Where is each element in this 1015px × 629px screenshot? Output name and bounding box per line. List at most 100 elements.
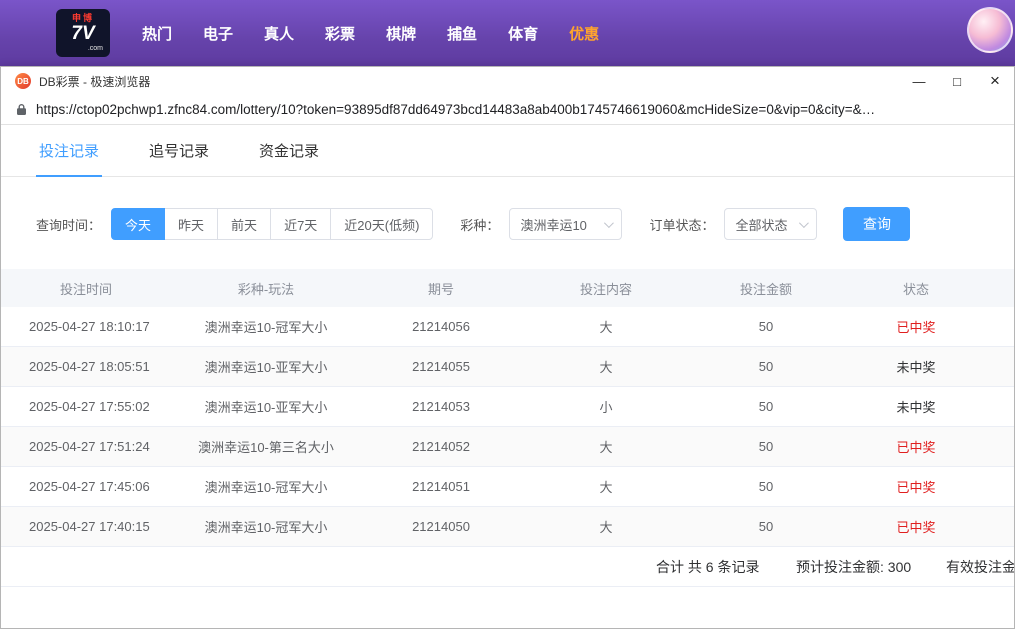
browser-window: DB DB彩票 - 极速浏览器 — □ × https://ctop02pchw… [0, 66, 1015, 629]
play-cell: 澳洲幸运10-亚军大小 [204, 400, 328, 415]
nav-item-1[interactable]: 热门 [142, 23, 172, 44]
screen: 申博 7V .com 热门 电子 真人 彩票 棋牌 捕鱼 体育 优惠 DB DB彩票 - 极速… [0, 0, 1015, 629]
table-row: 2025-04-27 18:10:17 澳洲幸运10-冠军大小 21214056 大 5… [1, 307, 1014, 347]
search-button[interactable]: 查询 [843, 207, 911, 241]
time-filter-label: 查询时间： [36, 217, 102, 233]
play-cell: 澳洲幸运10-第三名大小 [198, 440, 334, 455]
tab-3[interactable]: 资金记录 [256, 140, 322, 176]
lottery-filter-label: 彩种： [460, 217, 500, 233]
issue-cell: 21214050 [412, 519, 470, 534]
nav-item-2[interactable]: 电子 [203, 23, 233, 44]
status-cell: 已中奖 [896, 480, 936, 495]
nav-item-4[interactable]: 彩票 [325, 23, 355, 44]
nav-item-3[interactable]: 真人 [264, 23, 294, 44]
table-header-row: 投注时间 彩种-玩法 期号 投注内容 投注金额 状态 [1, 269, 1014, 307]
order-status-select-value: 全部状态 [735, 217, 788, 233]
page-content: 投注记录 追号记录 资金记录 查询时间： 今天 昨天 前天 近7天 近20天(低频) 彩种：… [1, 125, 1014, 587]
content-cell: 大 [599, 320, 613, 335]
summary-valid-amount: 有效投注金 [946, 559, 1014, 575]
bet-time-cell: 2025-04-27 17:45:06 [29, 479, 150, 494]
url-text: https://ctop02pchwp1.zfnc84.com/lottery/… [36, 102, 876, 117]
table-body: 2025-04-27 18:10:17 澳洲幸运10-冠军大小 21214056 大 5… [1, 307, 1014, 547]
time-filter-group: 今天 昨天 前天 近7天 近20天(低频) [111, 208, 434, 240]
amount-cell: 50 [758, 399, 774, 414]
time-option-2[interactable]: 昨天 [164, 208, 219, 240]
play-cell: 澳洲幸运10-亚军大小 [204, 360, 328, 375]
column-header-4: 投注内容 [579, 281, 632, 297]
chevron-down-icon [799, 217, 810, 228]
content-cell: 大 [599, 440, 613, 455]
site-logo[interactable]: 申博 7V .com [56, 9, 110, 57]
issue-cell: 21214056 [412, 319, 470, 334]
tab-1[interactable]: 投注记录 [36, 140, 103, 177]
status-cell: 未中奖 [896, 400, 936, 415]
table-row: 2025-04-27 17:40:15 澳洲幸运10-冠军大小 21214050 大 5… [1, 507, 1014, 547]
status-cell: 已中奖 [896, 520, 936, 535]
issue-cell: 21214053 [412, 399, 470, 414]
bet-time-cell: 2025-04-27 18:05:51 [29, 359, 150, 374]
filter-bar: 查询时间： 今天 昨天 前天 近7天 近20天(低频) 彩种： 澳洲幸运10 订单状态：… [36, 207, 1014, 241]
time-option-3[interactable]: 前天 [217, 208, 272, 240]
lottery-select[interactable]: 澳洲幸运10 [509, 208, 623, 240]
nav-item-7[interactable]: 体育 [508, 23, 538, 44]
content-cell: 大 [599, 480, 613, 495]
bet-time-cell: 2025-04-27 17:55:02 [29, 399, 150, 414]
nav-item-6[interactable]: 捕鱼 [447, 23, 477, 44]
browser-tab-icon: DB [15, 73, 31, 89]
issue-cell: 21214055 [412, 359, 470, 374]
content-cell: 大 [599, 520, 613, 535]
column-header-1: 投注时间 [59, 281, 112, 297]
summary-expected-amount: 预计投注金额: 300 [796, 559, 912, 575]
window-controls: — □ × [900, 67, 1014, 95]
content-cell: 大 [599, 360, 613, 375]
column-header-6: 状态 [902, 281, 929, 297]
site-header: 申博 7V .com 热门 电子 真人 彩票 棋牌 捕鱼 体育 优惠 [0, 0, 1015, 66]
content-cell: 小 [599, 400, 613, 415]
table-row: 2025-04-27 17:45:06 澳洲幸运10-冠军大小 21214051 大 5… [1, 467, 1014, 507]
amount-cell: 50 [758, 479, 774, 494]
nav-item-8[interactable]: 优惠 [569, 23, 599, 44]
time-option-5[interactable]: 近20天(低频) [330, 208, 434, 240]
play-cell: 澳洲幸运10-冠军大小 [204, 520, 328, 535]
status-cell: 未中奖 [896, 360, 936, 375]
status-cell: 已中奖 [896, 440, 936, 455]
user-avatar[interactable] [967, 7, 1013, 53]
time-option-1[interactable]: 今天 [111, 208, 166, 240]
lottery-select-value: 澳洲幸运10 [520, 217, 587, 233]
amount-cell: 50 [758, 359, 774, 374]
amount-cell: 50 [758, 519, 774, 534]
site-logo-text-suffix: .com [87, 44, 103, 52]
nav-item-5[interactable]: 棋牌 [386, 23, 416, 44]
browser-title-bar: DB DB彩票 - 极速浏览器 — □ × [1, 67, 1014, 95]
site-nav: 热门 电子 真人 彩票 棋牌 捕鱼 体育 优惠 [142, 23, 599, 44]
table-row: 2025-04-27 18:05:51 澳洲幸运10-亚军大小 21214055 大 5… [1, 347, 1014, 387]
play-cell: 澳洲幸运10-冠军大小 [204, 320, 328, 335]
issue-cell: 21214052 [412, 439, 470, 454]
summary-total-records: 合计 共 6 条记录 [656, 559, 760, 575]
order-status-label: 订单状态： [649, 217, 715, 233]
table-summary-row: 合计 共 6 条记录 预计投注金额: 300 有效投注金 [1, 547, 1014, 587]
bet-time-cell: 2025-04-27 18:10:17 [29, 319, 150, 334]
column-header-5: 投注金额 [739, 281, 792, 297]
time-option-4[interactable]: 近7天 [270, 208, 332, 240]
status-cell: 已中奖 [896, 320, 936, 335]
order-status-select[interactable]: 全部状态 [724, 208, 818, 240]
site-logo-text-main: 7V [71, 22, 95, 44]
play-cell: 澳洲幸运10-冠军大小 [204, 480, 328, 495]
record-tabs: 投注记录 追号记录 资金记录 [1, 125, 1014, 177]
issue-cell: 21214051 [412, 479, 470, 494]
column-header-3: 期号 [427, 281, 454, 297]
tab-2[interactable]: 追号记录 [146, 140, 212, 176]
minimize-icon[interactable]: — [900, 67, 938, 95]
close-icon[interactable]: × [976, 67, 1014, 95]
maximize-icon[interactable]: □ [938, 67, 976, 95]
bet-time-cell: 2025-04-27 17:40:15 [29, 519, 150, 534]
amount-cell: 50 [758, 319, 774, 334]
column-header-2: 彩种-玩法 [237, 281, 295, 297]
table-row: 2025-04-27 17:55:02 澳洲幸运10-亚军大小 21214053 小 5… [1, 387, 1014, 427]
lock-icon [16, 103, 27, 116]
amount-cell: 50 [758, 439, 774, 454]
bet-time-cell: 2025-04-27 17:51:24 [29, 439, 150, 454]
url-bar[interactable]: https://ctop02pchwp1.zfnc84.com/lottery/… [1, 95, 1014, 125]
table-row: 2025-04-27 17:51:24 澳洲幸运10-第三名大小 21214052 大… [1, 427, 1014, 467]
